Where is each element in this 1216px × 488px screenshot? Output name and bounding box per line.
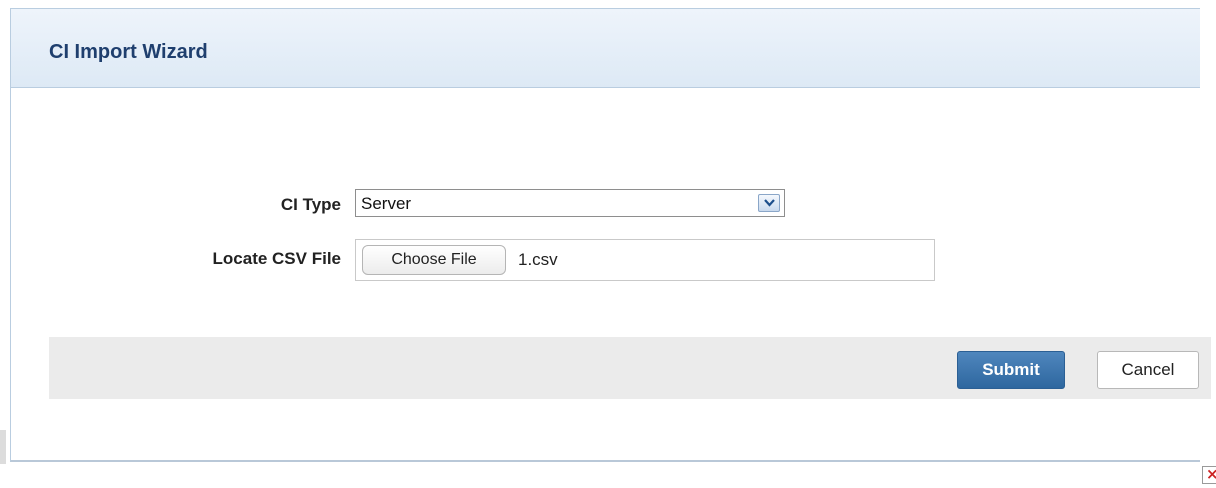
selected-file-name: 1.csv (518, 250, 558, 269)
choose-file-button[interactable]: Choose File (362, 245, 506, 275)
import-wizard-dialog: CI Import Wizard CI Type Server Locate C… (10, 8, 1211, 462)
background-fragment (0, 430, 6, 464)
chevron-down-icon[interactable] (758, 194, 780, 212)
page: CI Import Wizard CI Type Server Locate C… (0, 0, 1216, 488)
cancel-button[interactable]: Cancel (1097, 351, 1199, 389)
csv-file-input[interactable]: Choose File 1.csv (355, 239, 935, 281)
dialog-header: CI Import Wizard (11, 9, 1200, 88)
submit-button[interactable]: Submit (957, 351, 1065, 389)
ci-type-select[interactable]: Server (355, 189, 785, 217)
dialog-title: CI Import Wizard (49, 41, 208, 63)
action-bar: Submit Cancel (49, 337, 1211, 399)
ci-type-selected-value: Server (361, 194, 412, 213)
ci-type-label: CI Type (280, 195, 341, 214)
csv-file-label: Locate CSV File (212, 249, 341, 268)
close-icon[interactable]: × (1202, 466, 1216, 484)
